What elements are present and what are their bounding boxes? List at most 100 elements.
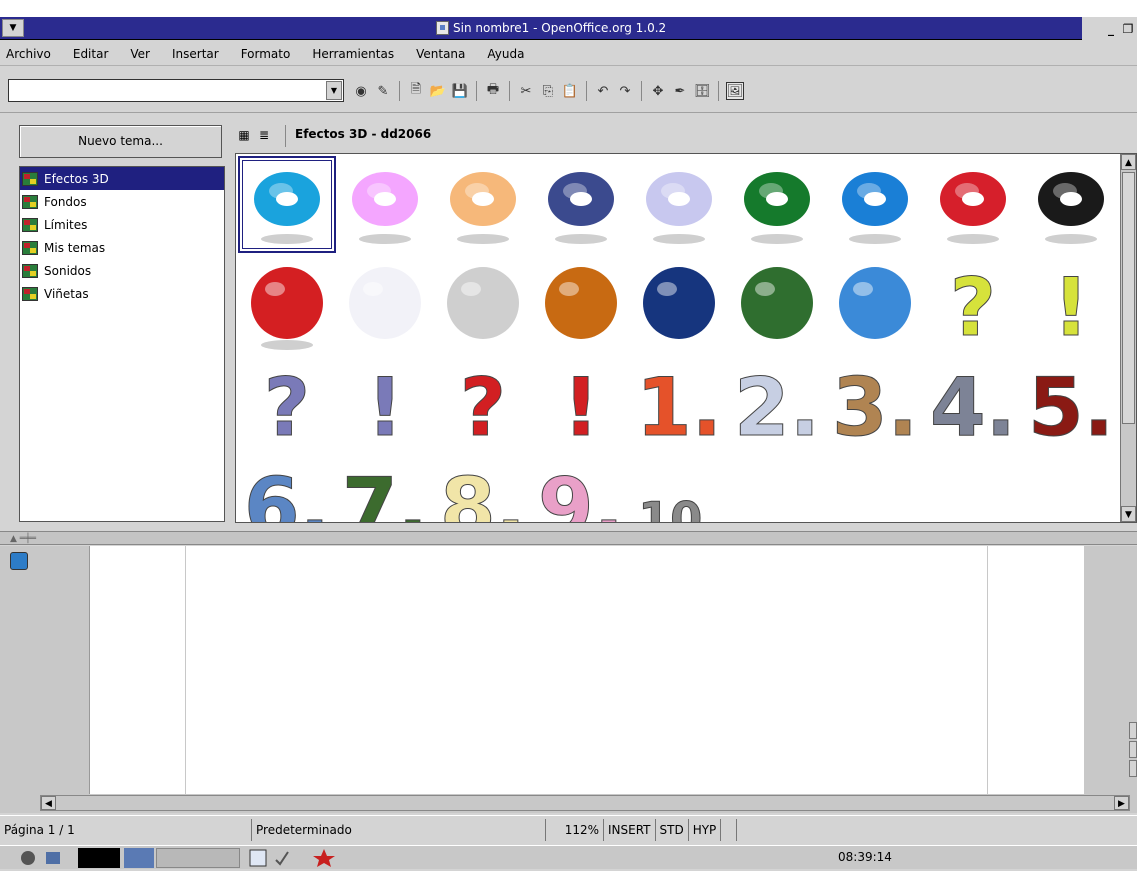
gallery-item-glyph[interactable]: ? xyxy=(924,256,1022,353)
menu-ayuda[interactable]: Ayuda xyxy=(487,47,524,61)
gallery-item-glyph[interactable]: ! xyxy=(532,356,630,453)
document-page[interactable] xyxy=(90,546,1084,794)
chevron-down-icon[interactable]: ▼ xyxy=(326,81,342,100)
gallery-item-glyph[interactable]: 6. xyxy=(238,456,336,522)
gallery-item-glyph[interactable]: 1. xyxy=(630,356,728,453)
scroll-left-icon[interactable]: ◀ xyxy=(41,796,56,810)
redo-icon[interactable]: ↷ xyxy=(616,82,634,100)
gallery-item-torus[interactable] xyxy=(630,156,728,253)
window-menu-button[interactable]: ▼ xyxy=(2,19,24,37)
theme-item-efectos-3d[interactable]: Efectos 3D xyxy=(20,167,224,190)
taskbar-window-button[interactable] xyxy=(246,848,342,868)
taskbar-terminal-button[interactable] xyxy=(78,848,120,868)
theme-item-fondos[interactable]: Fondos xyxy=(20,190,224,213)
splitter-grip-icon[interactable]: ▲ ═╪═ xyxy=(10,534,36,544)
data-sources-icon[interactable]: 🗄 xyxy=(693,82,711,100)
gallery-item-torus[interactable] xyxy=(532,156,630,253)
navigator-icon[interactable]: ✥ xyxy=(649,82,667,100)
taskbar: 08:39:14 xyxy=(0,845,1137,869)
edit-file-icon[interactable]: ✎ xyxy=(374,82,392,100)
gallery-item-torus[interactable] xyxy=(728,156,826,253)
theme-item-sonidos[interactable]: Sonidos xyxy=(20,259,224,282)
gallery-item-glyph[interactable]: ? xyxy=(434,356,532,453)
maximize-button[interactable]: ❐ xyxy=(1121,22,1135,36)
gallery-vertical-scrollbar[interactable]: ▲ ▼ xyxy=(1120,154,1136,522)
open-folder-icon[interactable]: 📂 xyxy=(429,82,447,100)
taskbar-app-button[interactable] xyxy=(124,848,154,868)
menu-insertar[interactable]: Insertar xyxy=(172,47,219,61)
gallery-icon[interactable]: 🖼 xyxy=(726,82,744,100)
gallery-item-glyph[interactable]: ? xyxy=(238,356,336,453)
menu-editar[interactable]: Editar xyxy=(73,47,109,61)
gallery-item-glyph[interactable]: 9. xyxy=(532,456,630,522)
gallery-item-sphere[interactable] xyxy=(434,256,532,353)
gallery-item-sphere[interactable] xyxy=(630,256,728,353)
stop-icon[interactable]: ◉ xyxy=(352,82,370,100)
sphere-icon xyxy=(839,266,911,339)
url-combo[interactable]: ▼ xyxy=(8,79,344,102)
save-icon[interactable]: 💾 xyxy=(451,82,469,100)
paste-icon[interactable]: 📋 xyxy=(561,82,579,100)
gallery-item-sphere[interactable] xyxy=(532,256,630,353)
scroll-up-icon[interactable]: ▲ xyxy=(1121,154,1136,170)
gallery-item-torus[interactable] xyxy=(434,156,532,253)
taskbar-desktop-pager[interactable] xyxy=(156,848,240,868)
gallery-item-torus[interactable] xyxy=(826,156,924,253)
theme-item-mis-temas[interactable]: Mis temas xyxy=(20,236,224,259)
status-page-style[interactable]: Predeterminado xyxy=(252,818,546,841)
menu-archivo[interactable]: Archivo xyxy=(6,47,51,61)
gallery-item-glyph[interactable]: 7. xyxy=(336,456,434,522)
gallery-item-sphere[interactable] xyxy=(728,256,826,353)
cut-icon[interactable]: ✂ xyxy=(517,82,535,100)
prev-page-button[interactable] xyxy=(1129,722,1137,739)
gallery-item-glyph[interactable]: 8. xyxy=(434,456,532,522)
detail-view-icon[interactable]: ≣ xyxy=(256,127,272,143)
gallery-item-sphere[interactable] xyxy=(238,256,336,353)
next-page-button[interactable] xyxy=(1129,760,1137,777)
gallery-item-glyph[interactable]: 2. xyxy=(728,356,826,453)
gallery-item-glyph[interactable]: 10. xyxy=(630,456,728,522)
status-insert-mode[interactable]: INSERT xyxy=(604,818,656,841)
gallery-item-torus[interactable] xyxy=(924,156,1022,253)
menu-formato[interactable]: Formato xyxy=(241,47,291,61)
new-theme-button[interactable]: Nuevo tema... xyxy=(19,125,222,158)
status-selection-mode[interactable]: STD xyxy=(656,818,689,841)
scroll-thumb[interactable] xyxy=(1122,172,1135,424)
theme-item-vinetas[interactable]: Viñetas xyxy=(20,282,224,305)
undo-icon[interactable]: ↶ xyxy=(594,82,612,100)
icon-view-icon[interactable]: ▦ xyxy=(236,127,252,143)
menu-ventana[interactable]: Ventana xyxy=(416,47,465,61)
gallery-item-glyph[interactable]: ! xyxy=(1022,256,1120,353)
window-controls: _ ❐ xyxy=(1082,17,1137,40)
scroll-right-icon[interactable]: ▶ xyxy=(1114,796,1129,810)
horizontal-scrollbar[interactable]: ◀ ▶ xyxy=(40,795,1130,811)
scroll-down-icon[interactable]: ▼ xyxy=(1121,506,1136,522)
gallery-item-glyph[interactable]: 3. xyxy=(826,356,924,453)
gallery-item-glyph[interactable]: ! xyxy=(336,356,434,453)
new-document-icon[interactable]: 🗎 xyxy=(407,82,425,100)
taskbar-window-icons xyxy=(249,849,335,867)
gallery-item-sphere[interactable] xyxy=(336,256,434,353)
gallery-item-sphere[interactable] xyxy=(826,256,924,353)
glyph-text: ! xyxy=(563,361,599,451)
status-zoom[interactable]: 112% xyxy=(546,818,604,841)
menu-ver[interactable]: Ver xyxy=(130,47,150,61)
glyph-icon: 2. xyxy=(733,360,820,451)
navigator-toggle-icon[interactable] xyxy=(10,552,28,570)
copy-icon[interactable]: ⎘ xyxy=(539,82,557,100)
stylist-icon[interactable]: ✒ xyxy=(671,82,689,100)
theme-item-limites[interactable]: Límites xyxy=(20,213,224,236)
gallery-item-torus[interactable] xyxy=(336,156,434,253)
print-icon[interactable]: 🖶 xyxy=(484,82,502,100)
gallery-item-torus[interactable] xyxy=(1022,156,1120,253)
gallery-splitter[interactable]: ▲ ═╪═ xyxy=(0,531,1137,545)
taskbar-launcher-icons[interactable] xyxy=(18,848,78,868)
gallery-item-glyph[interactable]: 4. xyxy=(924,356,1022,453)
gallery-item-glyph[interactable]: 5. xyxy=(1022,356,1120,453)
torus-icon xyxy=(940,171,1006,244)
menu-herramientas[interactable]: Herramientas xyxy=(312,47,394,61)
minimize-button[interactable]: _ xyxy=(1104,22,1118,36)
status-hyperlink-mode[interactable]: HYP xyxy=(689,818,722,841)
navigation-button[interactable] xyxy=(1129,741,1137,758)
gallery-item-torus[interactable] xyxy=(238,156,336,253)
